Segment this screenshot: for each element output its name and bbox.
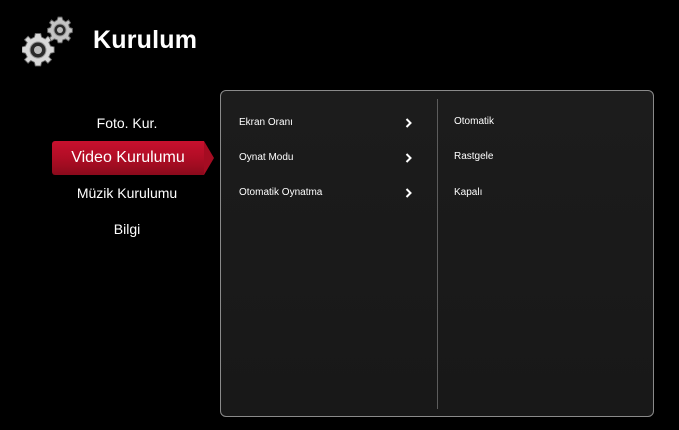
sidebar-item-muzik-kurulumu[interactable]: Müzik Kurulumu <box>52 175 202 211</box>
value-item-rastgele[interactable]: Rastgele <box>454 147 493 167</box>
option-label: Oynat Modu <box>239 152 294 163</box>
chevron-right-icon <box>405 118 412 128</box>
chevron-right-icon <box>405 188 412 198</box>
sidebar: Foto. Kur. Video Kurulumu Müzik Kurulumu… <box>46 105 226 247</box>
sidebar-item-video-kurulumu[interactable]: Video Kurulumu <box>52 141 214 175</box>
sidebar-item-bilgi[interactable]: Bilgi <box>52 211 202 247</box>
option-row-ekran-orani[interactable]: Ekran Oranı <box>239 113 429 133</box>
settings-panel: Ekran Oranı Oynat Modu Otomatik Oynatma … <box>220 90 654 417</box>
value-item-otomatik[interactable]: Otomatik <box>454 112 494 132</box>
option-label: Otomatik Oynatma <box>239 187 323 198</box>
option-row-oynat-modu[interactable]: Oynat Modu <box>239 148 429 168</box>
gear-icon <box>22 16 73 67</box>
value-item-kapali[interactable]: Kapalı <box>454 183 482 203</box>
chevron-right-icon <box>405 153 412 163</box>
option-row-otomatik-oynatma[interactable]: Otomatik Oynatma <box>239 183 429 203</box>
option-label: Ekran Oranı <box>239 117 293 128</box>
sidebar-item-foto-kur[interactable]: Foto. Kur. <box>52 105 202 141</box>
panel-divider <box>437 99 438 409</box>
page-title: Kurulum <box>93 26 198 54</box>
header: Kurulum <box>0 0 679 80</box>
